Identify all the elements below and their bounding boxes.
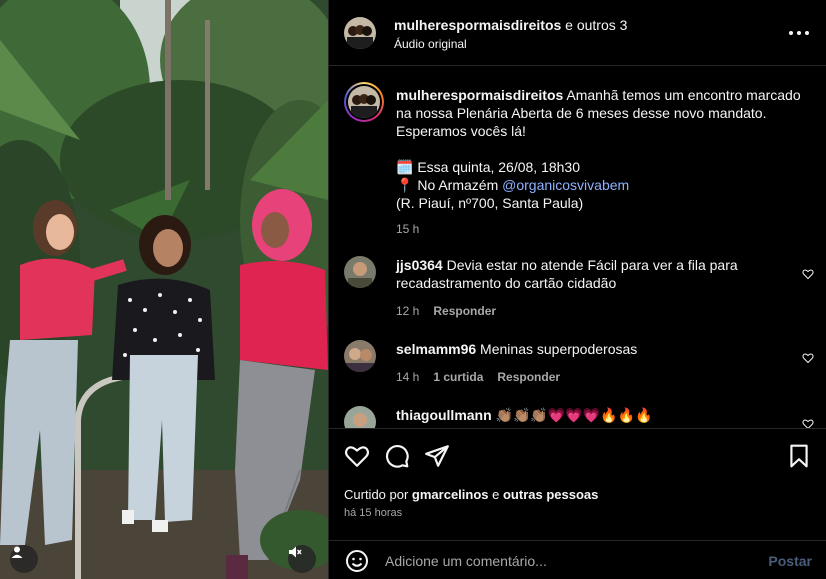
header-title: mulherespormaisdireitos e outros 3 — [394, 17, 627, 33]
liked-by-text: Curtido por gmarcelinos e outras pessoas — [344, 487, 598, 502]
commenter-avatar[interactable] — [344, 406, 376, 428]
bookmark-icon[interactable] — [786, 443, 812, 469]
comment-body: jjs0364 Devia estar no atende Fácil para… — [396, 256, 796, 320]
more-horizontal-icon — [789, 31, 793, 35]
comment-text: 👏🏽👏🏽👏🏽💗💗💗🔥🔥🔥 — [491, 407, 653, 423]
calendar-icon: 🗓️ — [396, 159, 414, 175]
heart-icon[interactable] — [802, 352, 814, 364]
more-dot — [805, 31, 809, 35]
commenter-avatar[interactable] — [344, 256, 376, 288]
caption-timestamp[interactable]: 15 h — [396, 220, 816, 238]
share-send-icon[interactable] — [424, 443, 450, 469]
collaborators-link[interactable]: e outros 3 — [561, 17, 627, 33]
comment-time[interactable]: 14 h — [396, 370, 419, 384]
post-media[interactable] — [0, 0, 328, 579]
comment-bubble-icon[interactable] — [384, 443, 410, 469]
liked-user-link[interactable]: gmarcelinos — [412, 487, 489, 502]
comment-username[interactable]: thiagoullmann — [396, 407, 492, 423]
liked-mid: e — [488, 487, 503, 502]
comment-time[interactable]: 12 h — [396, 304, 419, 318]
post-actions: Curtido por gmarcelinos e outras pessoas… — [329, 428, 826, 528]
caption-date: Essa quinta, 26/08, 18h30 — [413, 159, 581, 175]
comment-text: Meninas superpoderosas — [476, 341, 638, 357]
commenter-avatar[interactable] — [344, 340, 376, 372]
post-timestamp[interactable]: há 15 horas — [344, 507, 402, 519]
caption-username[interactable]: mulherespormaisdireitos — [396, 87, 563, 103]
avatar-image — [344, 340, 376, 372]
avatar-image — [344, 406, 376, 428]
heart-icon[interactable] — [802, 268, 814, 280]
avatar-illustration — [348, 86, 380, 118]
audio-label[interactable]: Áudio original — [394, 37, 467, 51]
reply-button[interactable]: Responder — [497, 370, 560, 384]
post-header: mulherespormaisdireitos e outros 3 Áudio… — [329, 0, 826, 66]
caption-text: mulherespormaisdireitos Amanhã temos um … — [396, 86, 816, 238]
comment-input[interactable] — [385, 549, 755, 573]
avatar-image — [344, 17, 376, 49]
caption-avatar[interactable] — [344, 82, 384, 122]
comment-body: selmamm96 Meninas superpoderosas 14 h 1 c… — [396, 340, 796, 386]
caption-address: (R. Piauí, nº700, Santa Paula) — [396, 195, 584, 211]
comment-likes-count[interactable]: 1 curtida — [433, 370, 483, 384]
avatar-ring — [346, 84, 382, 120]
mention-link[interactable]: @organicosvivabem — [502, 177, 629, 193]
more-dot — [797, 31, 801, 35]
avatar-image — [348, 86, 380, 118]
post-panel: mulherespormaisdireitos e outros 3 Áudio… — [328, 0, 826, 579]
liked-others-link[interactable]: outras pessoas — [503, 487, 598, 502]
more-options-button[interactable] — [789, 24, 809, 42]
avatar-image — [344, 256, 376, 288]
author-username-link[interactable]: mulherespormaisdireitos — [394, 17, 561, 33]
comment-meta: 14 h 1 curtida Responder — [396, 368, 796, 386]
comment-username[interactable]: jjs0364 — [396, 257, 443, 273]
location-pin-icon: 📍 — [396, 177, 414, 193]
post-comment-button[interactable]: Postar — [768, 553, 812, 569]
reply-button[interactable]: Responder — [433, 304, 496, 318]
emoji-icon[interactable] — [345, 549, 369, 573]
heart-icon[interactable] — [802, 418, 814, 428]
photo-illustration — [0, 0, 328, 579]
comments-feed[interactable]: mulherespormaisdireitos Amanhã temos um … — [329, 66, 826, 428]
speaker-muted-icon — [289, 546, 302, 558]
mute-button[interactable] — [288, 545, 316, 573]
comment-text: Devia estar no atende Fácil para ver a f… — [396, 257, 738, 291]
comment-meta: 12 h Responder — [396, 302, 796, 320]
add-comment-bar: Postar — [329, 540, 826, 579]
author-avatar[interactable] — [344, 17, 376, 49]
caption-place: No Armazém — [413, 177, 503, 193]
like-heart-icon[interactable] — [344, 443, 370, 469]
liked-prefix: Curtido por — [344, 487, 412, 502]
user-icon — [11, 546, 23, 558]
comment-body: thiagoullmann 👏🏽👏🏽👏🏽💗💗💗🔥🔥🔥 — [396, 406, 796, 424]
tagged-users-button[interactable] — [10, 545, 38, 573]
comment-username[interactable]: selmamm96 — [396, 341, 476, 357]
